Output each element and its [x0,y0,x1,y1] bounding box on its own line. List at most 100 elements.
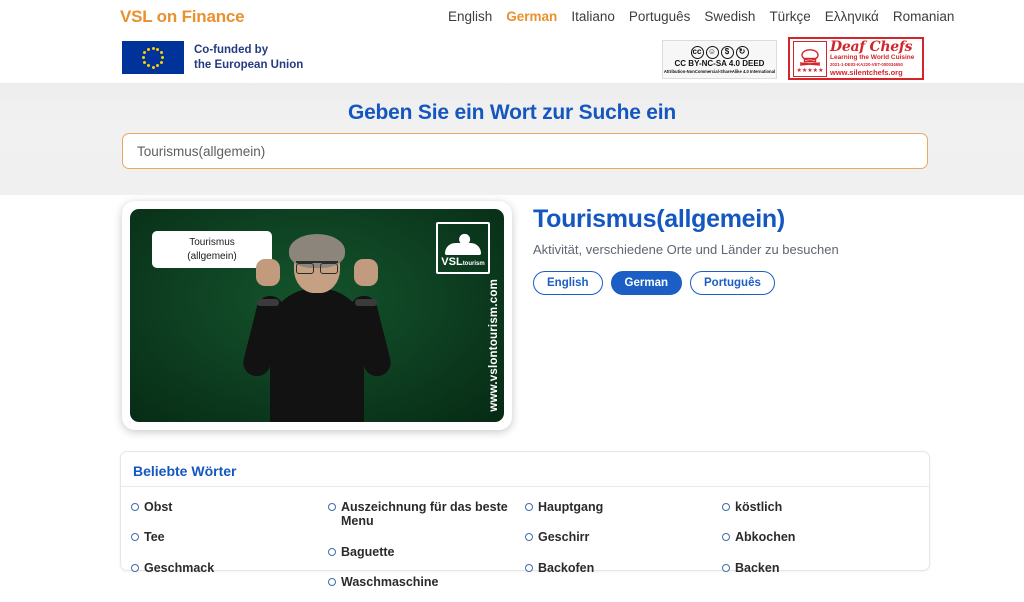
popular-words-heading: Beliebte Wörter [133,463,237,479]
radio-circle-icon[interactable] [722,533,730,542]
list-item-label: Waschmaschine [341,575,439,590]
eu-funding-line1: Co-funded by [194,44,269,57]
cc-sa-icon: ↻ [735,45,749,59]
search-box[interactable] [122,133,928,169]
eu-star-icon [159,51,163,55]
radio-circle-icon[interactable] [328,503,336,511]
eu-star-icon [146,47,150,51]
list-item-label: köstlich [735,500,783,514]
language-nav[interactable]: English German Italiano Português Swedis… [448,9,954,24]
popular-words-column-1: Obst Tee Geschmack [131,496,328,602]
signer-left-hand [256,259,280,286]
lang-link-romanian[interactable]: Romanian [893,9,955,24]
list-item[interactable]: Auszeichnung für das beste Menu [328,496,519,541]
radio-circle-icon[interactable] [525,533,533,542]
eu-star-icon [156,47,160,51]
signer-left-wristband [257,299,279,306]
word-title: Tourismus(allgemein) [533,205,785,233]
list-item-label: Obst [144,500,173,514]
eu-flag-icon [122,41,184,74]
list-item[interactable]: Obst [131,496,322,526]
vsl-logo-sub: tourism [462,261,485,267]
list-item-label: Auszeichnung für das beste Menu [341,500,508,529]
cc-nc-icon: $ [720,45,734,59]
chef-hat-icon: ★★★★★ [793,40,827,77]
lang-link-portugues[interactable]: Português [629,9,691,24]
popular-words-column-3: Hauptgang Geschirr Backofen [525,496,722,602]
eu-funding-text: Co-funded by the European Union [194,43,303,71]
eu-star-icon [151,46,155,50]
eu-star-icon [143,60,147,64]
chefs-title: Deaf Chefs [830,39,913,56]
lang-link-swedish[interactable]: Swedish [704,9,755,24]
popular-words-card: Beliebte Wörter Obst Tee Geschmack Ausze… [120,451,930,589]
list-item-label: Abkochen [735,530,796,545]
list-item-label: Hauptgang [538,500,604,514]
chefs-stars-icon: ★★★★★ [796,67,824,74]
lang-link-turkce[interactable]: Türkçe [769,9,810,24]
list-item[interactable]: Baguette [328,541,519,571]
creative-commons-badge[interactable]: cc ☺ $ ↻ CC BY-NC-SA 4.0 DEED Attributio… [662,40,777,79]
radio-circle-icon[interactable] [328,547,336,556]
translation-language-tabs: English German Português [533,271,953,295]
radio-circle-icon[interactable] [328,578,336,587]
list-item[interactable]: Hauptgang [525,496,716,526]
video-frame[interactable]: Tourismus (allgemein) VSLtourism www.vsl… [130,209,504,422]
radio-circle-icon[interactable] [525,503,533,511]
radio-circle-icon[interactable] [131,503,139,511]
vsl-logo-text: VSLtourism [441,257,484,268]
cc-license-title: CC BY-NC-SA 4.0 DEED [674,58,765,68]
pill-portugues[interactable]: Português [690,271,775,295]
lang-link-italiano[interactable]: Italiano [571,9,615,24]
site-brand[interactable]: VSL on Finance [120,7,245,27]
cc-icon-group: cc ☺ $ ↻ [690,45,749,59]
list-item[interactable]: Backofen [525,557,716,587]
signer-right-hand [354,259,378,286]
page-header: VSL on Finance English German Italiano P… [0,0,1024,83]
list-item[interactable]: Tee [131,526,322,556]
radio-circle-icon[interactable] [722,503,730,511]
popular-words-grid: Obst Tee Geschmack Auszeichnung für das … [131,496,919,602]
eu-star-icon [143,51,147,55]
cc-license-subtitle: Attribution-NonCommercial-ShareAlike 4.0… [663,68,776,74]
radio-circle-icon[interactable] [131,533,139,542]
list-item[interactable]: Geschmack [131,557,322,587]
vsl-logo-main: VSL [441,256,463,268]
vsl-tourism-logo: VSLtourism [436,222,490,274]
list-item[interactable]: Abkochen [722,526,913,556]
list-item-label: Backen [735,560,780,575]
pill-english[interactable]: English [533,271,603,295]
list-item[interactable]: Geschirr [525,526,716,556]
search-heading: Geben Sie ein Wort zur Suche ein [347,101,677,124]
chefs-subtitle: Learning the World Cuisine [830,54,915,62]
signer-figure [240,234,394,422]
list-item-label: Geschmack [144,560,215,575]
eu-star-icon [161,56,164,59]
list-item[interactable]: Backen [722,557,913,587]
lang-link-german[interactable]: German [506,9,557,24]
signer-glasses [296,261,338,274]
eu-funding-line2: the European Union [194,58,304,71]
chefs-url[interactable]: www.silentchefs.org [830,68,914,77]
sign-language-video-player[interactable]: Tourismus (allgemein) VSLtourism www.vsl… [122,201,512,430]
popular-words-column-2: Auszeichnung für das beste Menu Baguette… [328,496,525,602]
signer-right-wristband [355,299,377,306]
list-item-label: Baguette [341,544,395,559]
search-input[interactable] [135,142,915,160]
word-info-panel: Tourismus(allgemein) Aktivität, verschie… [533,205,953,295]
list-item[interactable]: köstlich [722,496,913,526]
lang-link-english[interactable]: English [448,9,492,24]
chefs-text-block: Deaf Chefs Learning the World Cuisine 20… [830,40,914,77]
deaf-chefs-logo[interactable]: ★★★★★ Deaf Chefs Learning the World Cuis… [788,37,924,80]
open-hand-icon [445,243,481,255]
lang-link-greek[interactable]: Ελληνικά [825,9,879,24]
video-watermark-url: www.vslontourism.com [488,279,500,412]
popular-words-column-4: köstlich Abkochen Backen [722,496,919,602]
eu-star-icon [159,60,163,64]
list-item[interactable]: Waschmaschine [328,571,519,601]
eu-star-icon [151,65,155,69]
pill-german[interactable]: German [610,271,682,295]
eu-star-icon [146,64,150,68]
search-section: Geben Sie ein Wort zur Suche ein [0,83,1024,195]
word-description: Aktivität, verschiedene Orte und Länder … [533,242,839,257]
